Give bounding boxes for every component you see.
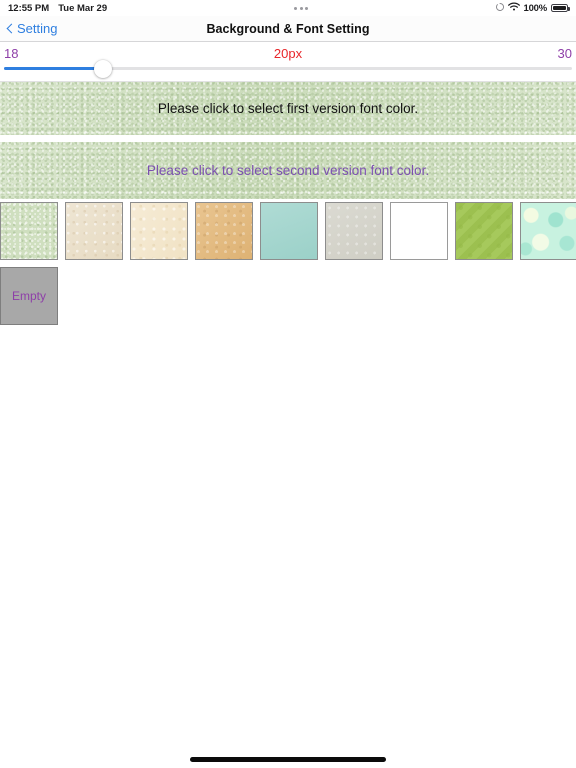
status-bar-left: 12:55 PM Tue Mar 29 bbox=[8, 3, 107, 14]
background-swatch-grid: Empty bbox=[0, 202, 576, 325]
status-bar-center bbox=[107, 6, 495, 10]
second-version-preview-text: Please click to select second version fo… bbox=[146, 163, 430, 178]
slider-max-label: 30 bbox=[557, 45, 572, 61]
page-title: Background & Font Setting bbox=[206, 21, 370, 36]
slider-labels: 18 20px 30 bbox=[0, 42, 576, 64]
status-bar-time: 12:55 PM bbox=[8, 2, 50, 14]
slider-fill bbox=[4, 67, 104, 70]
home-indicator[interactable] bbox=[190, 757, 386, 762]
swatch-aqua-solid[interactable] bbox=[260, 202, 318, 260]
chevron-left-icon bbox=[6, 25, 14, 33]
swatch-tan-paper[interactable] bbox=[195, 202, 253, 260]
swatch-cream-paper[interactable] bbox=[130, 202, 188, 260]
swatch-mint-mottled[interactable] bbox=[520, 202, 576, 260]
swatch-beige-paper[interactable] bbox=[65, 202, 123, 260]
swatch-warm-gray-solid[interactable] bbox=[325, 202, 383, 260]
swatch-white-solid[interactable] bbox=[390, 202, 448, 260]
multitask-dots-icon[interactable] bbox=[294, 6, 309, 10]
font-size-slider-track[interactable] bbox=[4, 59, 572, 78]
font-size-slider-section: 18 20px 30 bbox=[0, 42, 576, 82]
battery-percent-label: 100% bbox=[523, 2, 548, 14]
status-bar-date: Tue Mar 29 bbox=[58, 2, 108, 14]
back-button[interactable]: Setting bbox=[6, 21, 57, 36]
slider-min-label: 18 bbox=[4, 45, 19, 61]
app-root: 12:55 PM Tue Mar 29 100% Setting Backgro… bbox=[0, 0, 576, 768]
navigation-bar: Setting Background & Font Setting bbox=[0, 16, 576, 42]
second-version-preview-panel[interactable]: Please click to select second version fo… bbox=[0, 142, 576, 199]
status-bar: 12:55 PM Tue Mar 29 100% bbox=[0, 0, 576, 16]
first-version-preview-text: Please click to select first version fon… bbox=[157, 101, 419, 116]
status-bar-right: 100% bbox=[495, 2, 570, 14]
location-arrow-icon bbox=[495, 2, 504, 14]
swatch-green-triangles[interactable] bbox=[455, 202, 513, 260]
swatch-empty-label: Empty bbox=[11, 289, 46, 303]
first-version-preview-panel[interactable]: Please click to select first version fon… bbox=[0, 82, 576, 135]
slider-current-value-label: 20px bbox=[273, 45, 303, 61]
slider-thumb[interactable] bbox=[94, 59, 113, 78]
battery-icon bbox=[551, 3, 570, 13]
swatch-empty[interactable]: Empty bbox=[0, 267, 58, 325]
back-button-label: Setting bbox=[17, 21, 58, 36]
wifi-icon bbox=[507, 2, 520, 14]
swatch-green-paper[interactable] bbox=[0, 202, 58, 260]
